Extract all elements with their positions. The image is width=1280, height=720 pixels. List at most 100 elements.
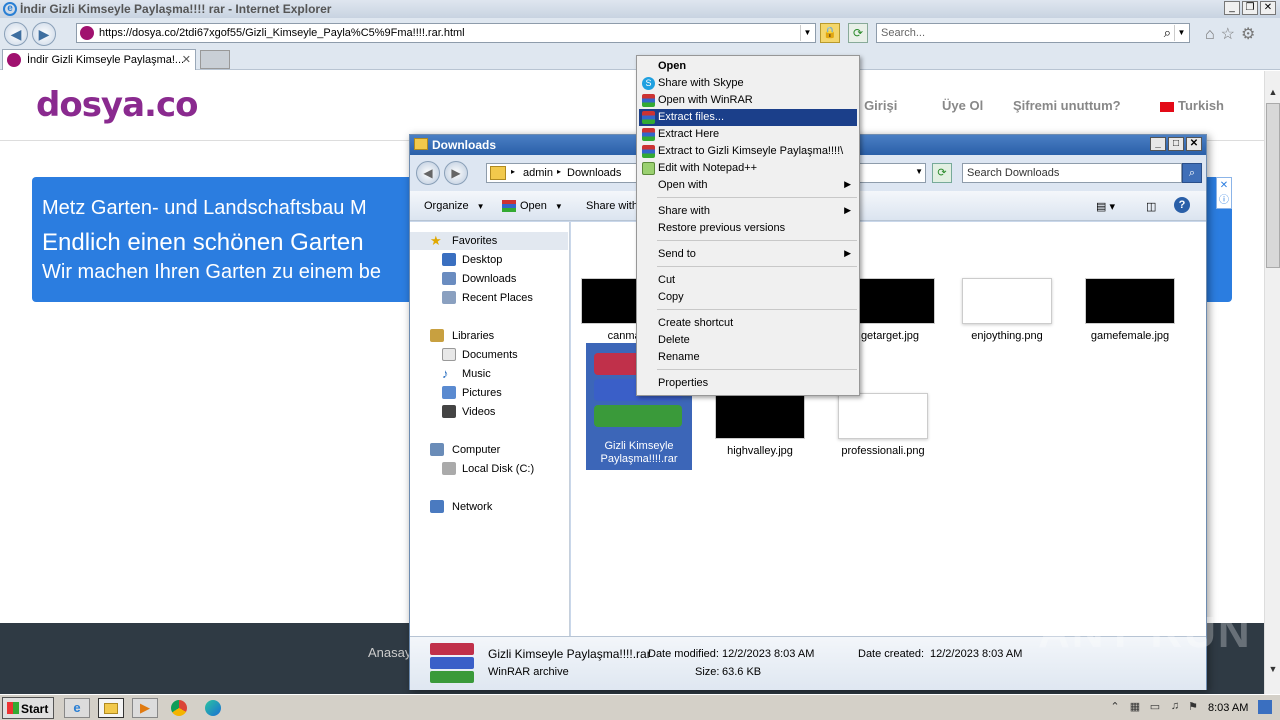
menu-item-create-shortcut[interactable]: Create shortcut (639, 315, 857, 332)
tray-network-icon[interactable]: ▦ (1128, 700, 1142, 714)
tray-flag-icon[interactable]: ⚑ (1186, 700, 1200, 714)
address-dropdown-icon[interactable]: ▼ (800, 25, 814, 41)
explorer-refresh-button[interactable]: ⟳ (932, 163, 952, 183)
favorites-star-icon[interactable]: ☆ (1221, 26, 1241, 43)
explorer-minimize-button[interactable]: _ (1150, 137, 1166, 151)
view-icon[interactable]: ▤ ▾ (1096, 200, 1115, 213)
menu-item-cut[interactable]: Cut (639, 272, 857, 289)
open-button[interactable]: Open ▼ (520, 200, 563, 212)
tray-battery-icon[interactable]: ▭ (1148, 700, 1162, 714)
menu-item-extract-here[interactable]: Extract Here (639, 126, 857, 143)
breadcrumb-admin[interactable]: admin (523, 167, 553, 179)
nav-libraries[interactable]: Libraries (410, 327, 568, 345)
tray-volume-icon[interactable]: ♫ (1168, 700, 1182, 714)
start-button[interactable]: Start (2, 697, 54, 719)
menu-item-restore-previous-versions[interactable]: Restore previous versions (639, 220, 857, 237)
tab-close-icon[interactable]: ✕ (182, 53, 191, 66)
explorer-back-button[interactable]: ◀ (416, 161, 440, 185)
menu-item-properties[interactable]: Properties (639, 375, 857, 392)
menu-item-send-to[interactable]: Send to ▶ (639, 246, 857, 263)
explorer-maximize-button[interactable]: □ (1168, 137, 1184, 151)
nav-downloads[interactable]: Downloads (410, 270, 568, 288)
menu-item-extract-files[interactable]: Extract files... (639, 109, 857, 126)
language-link[interactable]: Turkish (1160, 98, 1224, 113)
show-desktop-icon[interactable] (1258, 700, 1272, 714)
file-item[interactable]: enjoything.png (952, 278, 1062, 398)
forward-button[interactable]: ▶ (32, 22, 56, 46)
nav-favorites[interactable]: ★ Favorites (410, 232, 568, 250)
nav-computer-label: Computer (452, 444, 501, 456)
taskbar-chrome-icon[interactable] (166, 698, 192, 718)
nav-videos[interactable]: Videos (410, 403, 568, 421)
help-icon[interactable]: ? (1174, 197, 1190, 213)
menu-item-copy[interactable]: Copy (639, 289, 857, 306)
chevron-right-icon[interactable]: ▸ (511, 167, 515, 176)
register-link[interactable]: Üye Ol (942, 98, 983, 113)
ad-close-icon[interactable]: ✕ ⓘ (1216, 177, 1232, 209)
nav-music[interactable]: ♪ Music (410, 365, 568, 383)
menu-item-delete[interactable]: Delete (639, 332, 857, 349)
search-dropdown-icon[interactable]: ▼ (1174, 25, 1188, 41)
browser-search-input[interactable]: Search... ⌕ ▼ (876, 23, 1190, 43)
browser-tab[interactable]: İndir Gizli Kimseyle Paylaşma!... ✕ (2, 49, 196, 70)
forgot-password-link[interactable]: Şifremi unuttum? (1013, 98, 1121, 113)
taskbar-clock[interactable]: 8:03 AM (1208, 702, 1248, 714)
breadcrumb-downloads[interactable]: Downloads (567, 167, 621, 179)
scroll-down-icon[interactable]: ▼ (1265, 664, 1280, 678)
lock-icon[interactable]: 🔒 (820, 23, 840, 43)
new-tab-button[interactable] (200, 50, 230, 69)
nav-computer[interactable]: Computer (410, 441, 568, 459)
address-url[interactable]: https://dosya.co/2tdi67xgof55/Gizli_Kims… (99, 27, 465, 39)
settings-gear-icon[interactable]: ⚙ (1241, 26, 1261, 43)
taskbar-edge-icon[interactable] (200, 698, 226, 718)
explorer-close-button[interactable]: ✕ (1186, 137, 1202, 151)
taskbar-media-player-icon[interactable]: ▶ (132, 698, 158, 718)
nav-local-disk[interactable]: Local Disk (C:) (410, 460, 568, 478)
menu-item-label: Cut (658, 274, 676, 286)
nav-pictures[interactable]: Pictures (410, 384, 568, 402)
file-item[interactable]: gamefemale.jpg (1075, 278, 1185, 398)
search-icon[interactable]: ⌕ (1164, 25, 1171, 41)
file-item[interactable]: highvalley.jpg (705, 393, 815, 513)
restore-button[interactable]: ❐ (1242, 1, 1258, 15)
menu-item-edit-with-notepad[interactable]: Edit with Notepad++ (639, 160, 857, 177)
preview-pane-icon[interactable]: ◫ (1146, 200, 1156, 213)
menu-item-extract-to-folder[interactable]: Extract to Gizli Kimseyle Paylaşma!!!!\ (639, 143, 857, 160)
explorer-search-icon[interactable]: ⌕ (1182, 163, 1202, 183)
taskbar-ie-icon[interactable]: e (64, 698, 90, 718)
scroll-thumb[interactable] (1266, 103, 1280, 268)
refresh-button[interactable]: ⟳ (848, 23, 868, 43)
nav-desktop[interactable]: Desktop (410, 251, 568, 269)
taskbar-explorer-icon[interactable] (98, 698, 124, 718)
nav-network[interactable]: Network (410, 498, 568, 516)
minimize-button[interactable]: _ (1224, 1, 1240, 15)
page-scrollbar[interactable]: ▲ ▼ (1264, 71, 1280, 694)
tray-expand-icon[interactable]: ⌃ (1108, 700, 1122, 714)
menu-item-share-with-skype[interactable]: S Share with Skype (639, 75, 857, 92)
chevron-down-icon[interactable]: ▼ (915, 167, 923, 176)
nav-videos-label: Videos (462, 406, 496, 418)
organize-button[interactable]: Organize ▼ (424, 200, 485, 212)
menu-item-open-with-winrar[interactable]: Open with WinRAR (639, 92, 857, 109)
menu-item-open[interactable]: Open (639, 58, 857, 75)
search-placeholder: Search... (881, 27, 926, 39)
chevron-right-icon[interactable]: ▸ (557, 167, 561, 176)
explorer-search-input[interactable]: Search Downloads (962, 163, 1182, 183)
close-button[interactable]: ✕ (1260, 1, 1276, 15)
context-menu: Open S Share with Skype Open with WinRAR… (636, 55, 860, 396)
file-item[interactable]: professionali.png (828, 393, 938, 513)
nav-recent-places[interactable]: Recent Places (410, 289, 568, 307)
explorer-forward-button[interactable]: ▶ (444, 161, 468, 185)
nav-documents[interactable]: Documents (410, 346, 568, 364)
winrar-icon (642, 94, 655, 107)
scroll-up-icon[interactable]: ▲ (1265, 87, 1280, 101)
site-logo[interactable]: dosya.co (36, 85, 198, 125)
address-bar[interactable]: https://dosya.co/2tdi67xgof55/Gizli_Kims… (76, 23, 816, 43)
menu-item-rename[interactable]: Rename (639, 349, 857, 366)
home-icon[interactable]: ⌂ (1205, 26, 1221, 43)
menu-item-open-with[interactable]: Open with ▶ (639, 177, 857, 194)
footer-home-link[interactable]: Anasay (368, 645, 411, 660)
menu-item-share-with[interactable]: Share with ▶ (639, 203, 857, 220)
back-button[interactable]: ◀ (4, 22, 28, 46)
share-with-button[interactable]: Share with (586, 200, 638, 212)
